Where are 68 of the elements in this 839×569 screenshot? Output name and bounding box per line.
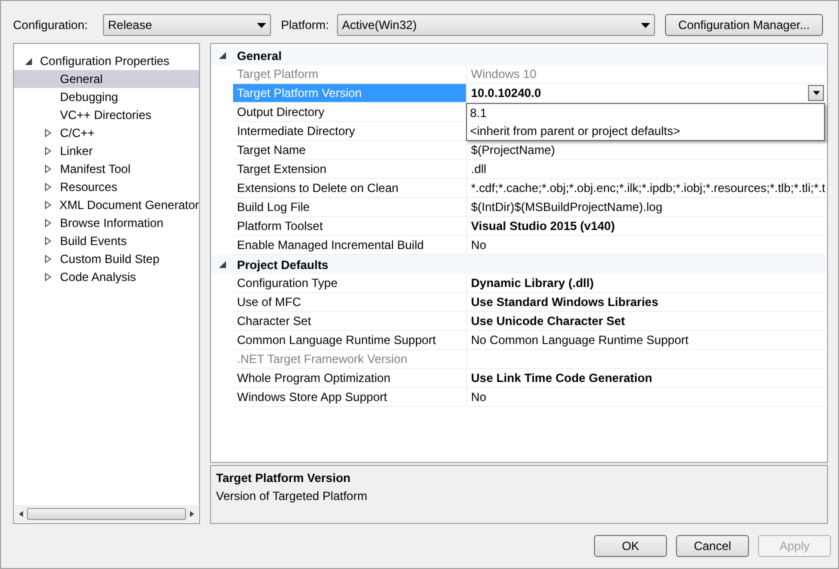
property-label[interactable]: Character Set — [233, 312, 467, 331]
category-title: General — [237, 48, 282, 64]
property-value[interactable]: Visual Studio 2015 (v140) — [471, 217, 615, 235]
property-label[interactable]: Target Extension — [233, 160, 467, 179]
property-value[interactable]: No — [471, 388, 486, 406]
dialog-button[interactable]: Cancel — [676, 535, 749, 557]
property-label[interactable]: Intermediate Directory — [233, 122, 467, 141]
tree-item[interactable]: Browse Information — [14, 214, 199, 232]
collapsed-icon[interactable] — [42, 129, 54, 137]
property-label[interactable]: Use of MFC — [233, 293, 467, 312]
tree-item[interactable]: Linker — [14, 142, 199, 160]
category-title: Project Defaults — [237, 256, 328, 274]
property-value[interactable]: *.cdf;*.cache;*.obj;*.obj.enc;*.ilk;*.ipdb;*.iobj;*.resources;*.tlb;*.tli;*.t — [471, 179, 826, 197]
property-value[interactable]: No Common Language Runtime Support — [471, 331, 688, 349]
category-row[interactable]: General — [211, 46, 826, 65]
collapsed-icon[interactable] — [42, 273, 54, 281]
collapsed-icon[interactable] — [42, 219, 54, 227]
tree-item[interactable]: General — [14, 70, 199, 88]
property-value[interactable]: $(IntDir)$(MSBuildProjectName).log — [471, 198, 662, 216]
dialog-button[interactable]: OK — [594, 535, 667, 557]
right-arrow-icon[interactable] — [188, 510, 196, 518]
tree-item[interactable]: Resources — [14, 178, 199, 196]
dropdown-arrow-icon[interactable] — [641, 22, 650, 28]
tree-item[interactable]: Code Analysis — [14, 268, 199, 286]
tree-item[interactable]: Configuration Properties — [14, 52, 199, 70]
tree-item[interactable]: C/C++ — [14, 124, 199, 142]
collapsed-icon[interactable] — [42, 147, 54, 155]
collapsed-icon[interactable] — [42, 201, 54, 209]
property-label[interactable]: Whole Program Optimization — [233, 369, 467, 388]
collapsed-icon[interactable] — [42, 183, 54, 191]
property-label[interactable]: Target Name — [233, 141, 467, 160]
property-value[interactable]: Use Link Time Code Generation — [471, 369, 652, 387]
property-value[interactable]: No — [471, 236, 486, 254]
tree-item[interactable]: VC++ Directories — [14, 106, 199, 124]
property-value[interactable]: Use Standard Windows Libraries — [471, 293, 658, 311]
tree-item[interactable]: Build Events — [14, 232, 199, 250]
property-label[interactable]: Common Language Runtime Support — [233, 331, 467, 350]
tree-item[interactable]: Debugging — [14, 88, 199, 106]
collapsed-icon[interactable] — [42, 237, 54, 245]
property-value[interactable]: Dynamic Library (.dll) — [471, 274, 594, 292]
property-value[interactable]: Use Unicode Character Set — [471, 312, 626, 330]
tree-item[interactable]: Custom Build Step — [14, 250, 199, 268]
dropdown[interactable]: Release — [103, 14, 271, 36]
property-value[interactable]: $(ProjectName) — [471, 141, 556, 159]
dropdown-arrow-icon[interactable] — [257, 22, 266, 28]
property-label[interactable]: Extensions to Delete on Clean — [233, 179, 467, 198]
dropdown-option[interactable]: <inherit from parent or project defaults> — [467, 122, 824, 140]
platform-label: Platform: — [281, 17, 330, 34]
dropdown-option[interactable]: 8.1 — [467, 104, 824, 122]
collapsed-icon[interactable] — [42, 165, 54, 173]
property-label[interactable]: Build Log File — [233, 198, 467, 217]
property-label[interactable]: Configuration Type — [233, 274, 467, 293]
category-row[interactable]: Project Defaults — [211, 255, 826, 274]
description-text: Version of Targeted Platform — [216, 488, 368, 505]
scrollbar-thumb[interactable] — [27, 508, 186, 520]
property-label[interactable]: Windows Store App Support — [233, 388, 467, 407]
configuration-label: Configuration: — [13, 17, 89, 34]
horizontal-scrollbar[interactable] — [15, 505, 198, 522]
property-label[interactable]: Output Directory — [233, 103, 467, 122]
description-title: Target Platform Version — [216, 470, 352, 487]
left-arrow-icon[interactable] — [17, 510, 25, 518]
configuration-manager-button[interactable]: Configuration Manager... — [665, 14, 824, 36]
dropdown[interactable]: Active(Win32) — [337, 14, 656, 36]
property-label[interactable]: Platform Toolset — [233, 217, 467, 236]
property-value[interactable]: .dll — [471, 160, 486, 178]
collapsed-icon[interactable] — [42, 255, 54, 263]
tree-item[interactable]: Manifest Tool — [14, 160, 199, 178]
tree-item[interactable]: XML Document Generator — [14, 196, 199, 214]
